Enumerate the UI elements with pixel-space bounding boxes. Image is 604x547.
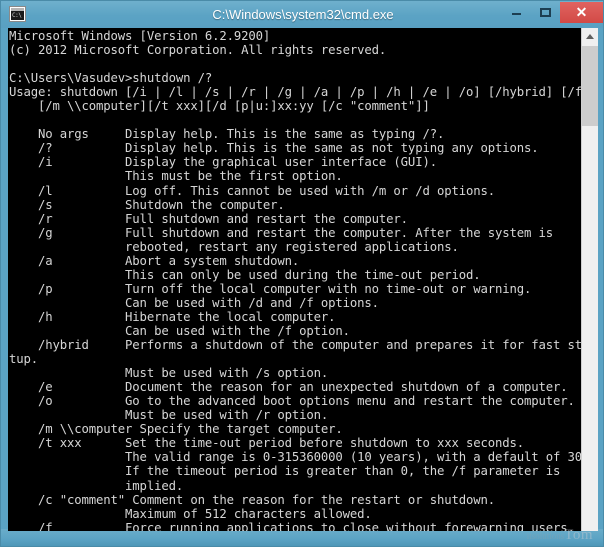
cmd-window: C:\ C:\Windows\system32\cmd.exe ✕ Micros… <box>0 0 604 547</box>
chevron-up-icon <box>586 34 594 39</box>
window-bottom-border <box>1 529 603 546</box>
scroll-up-button[interactable] <box>582 28 598 45</box>
vertical-scrollbar[interactable] <box>581 28 598 531</box>
scrollbar-thumb[interactable] <box>582 46 598 126</box>
minimize-button[interactable] <box>502 2 531 23</box>
title-bar[interactable]: C:\ C:\Windows\system32\cmd.exe ✕ <box>1 1 603 28</box>
cmd-console-icon: C:\ <box>9 6 26 22</box>
console-output: Microsoft Windows [Version 6.2.9200] (c)… <box>8 28 581 531</box>
close-icon: ✕ <box>575 4 588 20</box>
console-client-area[interactable]: Microsoft Windows [Version 6.2.9200] (c)… <box>8 28 598 531</box>
close-button[interactable]: ✕ <box>560 2 603 23</box>
cmd-icon-glyph: C:\ <box>11 11 24 20</box>
maximize-button[interactable] <box>531 2 560 23</box>
maximize-icon <box>540 8 551 17</box>
minimize-icon <box>512 13 521 15</box>
